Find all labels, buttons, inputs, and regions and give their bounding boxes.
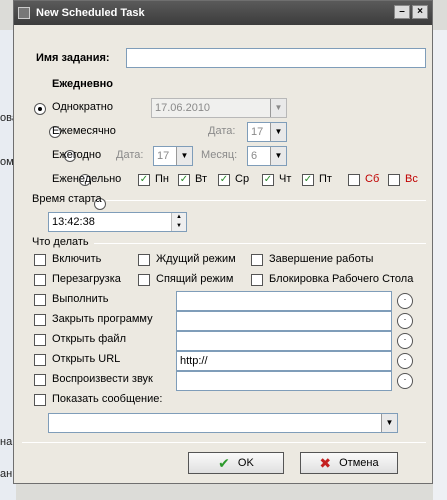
monthly-date-label: Дата: xyxy=(208,125,236,137)
window-title: New Scheduled Task xyxy=(36,7,145,19)
run-label: Выполнить xyxy=(52,293,109,305)
start-time-value: 13:42:38 xyxy=(52,216,95,228)
chevron-down-icon[interactable]: ▼ xyxy=(270,123,286,141)
ok-button[interactable]: ✔ OK xyxy=(188,452,284,474)
reboot-label: Перезагрузка xyxy=(52,273,121,285)
chevron-down-icon[interactable]: ▼ xyxy=(270,99,286,117)
weekday-checkboxes: Пн Вт Ср Чт Пт Сб Вс xyxy=(138,173,432,189)
sleep-checkbox[interactable] xyxy=(138,274,150,286)
show-message-checkbox[interactable] xyxy=(34,394,46,406)
shutdown-checkbox[interactable] xyxy=(251,254,263,266)
once-label: Однократно xyxy=(52,101,113,113)
lock-desktop-label: Блокировка Рабочего Стола xyxy=(269,273,414,285)
time-spinner[interactable]: ▲ ▼ xyxy=(171,213,186,231)
close-program-label: Закрыть программу xyxy=(52,313,153,325)
weekday-label: Вс xyxy=(405,173,418,185)
run-browse-button[interactable]: · xyxy=(397,293,413,309)
open-file-input[interactable] xyxy=(176,331,392,351)
standby-checkbox[interactable] xyxy=(138,254,150,266)
background-text: на xyxy=(0,436,13,448)
yearly-label: Ежегодно xyxy=(52,149,102,161)
play-sound-browse-button[interactable]: · xyxy=(397,373,413,389)
open-url-checkbox[interactable] xyxy=(34,354,46,366)
open-url-input[interactable]: http:// xyxy=(176,351,392,371)
play-sound-label: Воспроизвести звук xyxy=(52,373,153,385)
once-date-picker[interactable]: 17.06.2010 ▼ xyxy=(151,98,287,118)
monthly-day-select[interactable]: 17 ▼ xyxy=(247,122,287,142)
yearly-month-select[interactable]: 6 ▼ xyxy=(247,146,287,166)
daily-label: Ежедневно xyxy=(52,78,113,90)
weekday-label: Ср xyxy=(235,173,250,185)
minimize-button[interactable]: – xyxy=(394,5,410,19)
checkmark-icon: ✔ xyxy=(218,454,230,471)
open-url-browse-button[interactable]: · xyxy=(397,353,413,369)
task-name-label: Имя задания: xyxy=(36,52,110,64)
close-program-input[interactable] xyxy=(176,311,392,331)
background-text: ан xyxy=(0,468,13,480)
weekday-checkbox[interactable] xyxy=(348,174,360,186)
yearly-date-label: Дата: xyxy=(116,149,144,161)
actions-group-label: Что делать xyxy=(32,236,89,248)
start-time-group-label: Время старта xyxy=(32,193,102,205)
weekday-label: Чт xyxy=(279,173,292,185)
chevron-down-icon[interactable]: ▼ xyxy=(270,147,286,165)
once-date-value: 17.06.2010 xyxy=(155,102,211,114)
cancel-button-label: Отмена xyxy=(339,457,379,469)
monthly-day-value: 17 xyxy=(251,126,264,138)
open-file-label: Открыть файл xyxy=(52,333,126,345)
play-sound-checkbox[interactable] xyxy=(34,374,46,386)
scheduled-task-dialog: New Scheduled Task – × Имя задания: Ежед… xyxy=(13,0,433,484)
weekday-checkbox[interactable] xyxy=(302,174,314,186)
daily-radio[interactable] xyxy=(34,103,46,115)
standby-label: Ждущий режим xyxy=(156,253,236,265)
play-sound-input[interactable] xyxy=(176,371,392,391)
open-file-checkbox[interactable] xyxy=(34,334,46,346)
open-file-browse-button[interactable]: · xyxy=(397,333,413,349)
group-divider xyxy=(94,243,426,244)
group-divider xyxy=(106,200,426,201)
cancel-button[interactable]: ✖ Отмена xyxy=(300,452,398,474)
start-time-input[interactable]: 13:42:38 ▲ ▼ xyxy=(48,212,187,232)
weekday-label: Пт xyxy=(319,173,332,185)
turn-on-checkbox[interactable] xyxy=(34,254,46,266)
task-name-input[interactable] xyxy=(126,48,426,68)
yearly-day-value: 17 xyxy=(157,150,170,162)
close-program-checkbox[interactable] xyxy=(34,314,46,326)
weekday-checkbox[interactable] xyxy=(262,174,274,186)
chevron-down-icon[interactable]: ▼ xyxy=(176,147,192,165)
weekday-checkbox[interactable] xyxy=(388,174,400,186)
title-bar[interactable]: New Scheduled Task – × xyxy=(14,1,432,25)
yearly-month-value: 6 xyxy=(251,150,258,162)
run-path-input[interactable] xyxy=(176,291,392,311)
close-button[interactable]: × xyxy=(412,5,428,19)
open-url-label: Открыть URL xyxy=(52,353,121,365)
close-program-browse-button[interactable]: · xyxy=(397,313,413,329)
weekday-label: Вт xyxy=(195,173,208,185)
turn-on-label: Включить xyxy=(52,253,102,265)
reboot-checkbox[interactable] xyxy=(34,274,46,286)
message-select[interactable]: ▼ xyxy=(48,413,398,433)
yearly-month-label: Месяц: xyxy=(201,149,238,161)
background-app-right xyxy=(433,30,447,500)
run-checkbox[interactable] xyxy=(34,294,46,306)
monthly-label: Ежемесячно xyxy=(52,125,116,137)
weekday-label: Сб xyxy=(365,173,380,185)
chevron-down-icon[interactable]: ▼ xyxy=(381,414,397,432)
yearly-day-select[interactable]: 17 ▼ xyxy=(153,146,193,166)
ok-button-label: OK xyxy=(237,457,254,469)
weekday-checkbox[interactable] xyxy=(178,174,190,186)
footer-divider xyxy=(22,442,426,443)
weekday-label: Пн xyxy=(155,173,169,185)
lock-desktop-checkbox[interactable] xyxy=(251,274,263,286)
weekday-checkbox[interactable] xyxy=(138,174,150,186)
shutdown-label: Завершение работы xyxy=(269,253,374,265)
sleep-label: Спящий режим xyxy=(156,273,234,285)
weekday-checkbox[interactable] xyxy=(218,174,230,186)
weekly-label: Еженедельно xyxy=(52,173,122,185)
app-icon xyxy=(18,7,30,19)
show-message-label: Показать сообщение: xyxy=(52,393,163,405)
cross-icon: ✖ xyxy=(319,454,332,471)
